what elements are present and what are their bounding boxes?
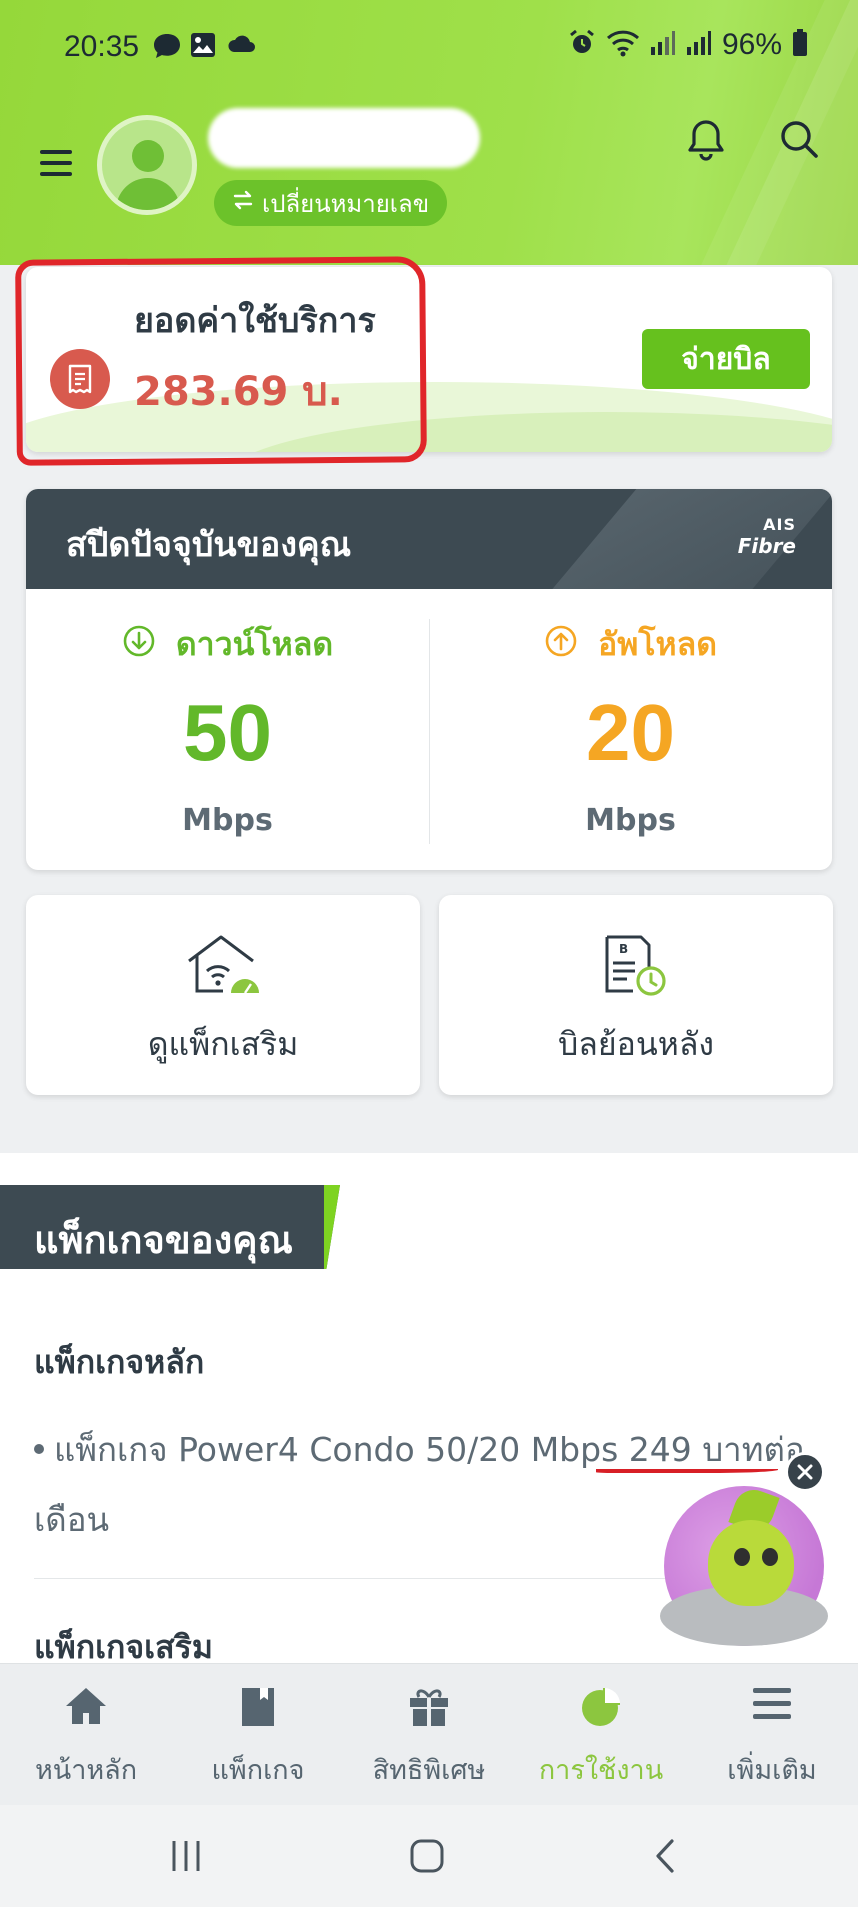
redacted-user-name xyxy=(208,108,480,168)
receipt-icon xyxy=(50,349,110,409)
nav-more[interactable]: เพิ่มเติม xyxy=(686,1664,858,1806)
recent-apps-icon[interactable] xyxy=(168,1839,204,1877)
alarm-icon xyxy=(568,29,596,61)
switch-number-label: เปลี่ยนหมายเลข xyxy=(262,189,430,218)
nav-packages[interactable]: แพ็กเกจ xyxy=(172,1664,344,1806)
current-speed-card: สปีดปัจจุบันของคุณ AIS Fibre ดาวน์โหลด 5… xyxy=(26,489,832,870)
view-addon-packages-tile[interactable]: ดูแพ็กเสริม xyxy=(26,895,420,1095)
system-navigation-bar xyxy=(0,1805,858,1907)
main-package-title: แพ็กเกจหลัก xyxy=(34,1343,205,1381)
avatar[interactable] xyxy=(97,115,197,215)
wifi-icon xyxy=(606,29,640,61)
bottom-navigation: หน้าหลัก แพ็กเกจ สิทธิพิเศษ การใช้งาน เพ… xyxy=(0,1663,858,1805)
tile-label: ดูแพ็กเสริม xyxy=(147,1025,299,1063)
status-bar: 20:35 96% xyxy=(0,0,858,96)
nav-privileges[interactable]: สิทธิพิเศษ xyxy=(343,1664,515,1806)
nav-usage[interactable]: การใช้งาน xyxy=(515,1664,687,1806)
upload-unit: Mbps xyxy=(585,803,676,838)
speed-card-header: สปีดปัจจุบันของคุณ AIS Fibre xyxy=(26,489,832,589)
download-column: ดาวน์โหลด 50 Mbps xyxy=(26,589,429,870)
mascot-chat-bubble[interactable] xyxy=(660,1484,828,1646)
close-icon[interactable] xyxy=(785,1452,825,1492)
upload-value: 20 xyxy=(586,688,675,777)
signal-icon xyxy=(650,29,676,61)
download-arrow-icon xyxy=(122,624,156,666)
speed-title: สปีดปัจจุบันของคุณ xyxy=(66,525,352,565)
svg-text:B: B xyxy=(619,942,628,956)
package-icon xyxy=(238,1686,278,1732)
more-menu-icon xyxy=(751,1686,793,1726)
gallery-icon xyxy=(190,32,216,62)
download-value: 50 xyxy=(183,688,272,777)
tile-label: บิลย้อนหลัง xyxy=(557,1025,715,1063)
battery-percent: 96% xyxy=(721,28,782,61)
ais-fibre-logo: AIS Fibre xyxy=(737,515,796,558)
search-icon[interactable] xyxy=(778,118,820,164)
packages-section-title: แพ็กเกจของคุณ xyxy=(34,1218,293,1262)
switch-number-button[interactable]: เปลี่ยนหมายเลข xyxy=(214,180,448,226)
usage-pie-icon xyxy=(580,1686,622,1732)
pay-bill-button[interactable]: จ่ายบิล xyxy=(642,329,810,389)
gift-icon xyxy=(408,1686,450,1732)
bill-history-tile[interactable]: B บิลย้อนหลัง xyxy=(439,895,833,1095)
download-label: ดาวน์โหลด xyxy=(175,625,334,663)
chat-bubble-icon xyxy=(152,32,182,64)
home-icon xyxy=(64,1686,108,1730)
upload-column: อัพโหลด 20 Mbps xyxy=(429,589,832,870)
bill-history-icon: B xyxy=(601,933,671,1003)
upload-label: อัพโหลด xyxy=(598,625,717,663)
back-icon[interactable] xyxy=(654,1839,676,1877)
swap-arrows-icon xyxy=(232,189,254,217)
bill-title: ยอดค่าใช้บริการ xyxy=(134,301,376,341)
status-time: 20:35 xyxy=(64,30,140,63)
upload-arrow-icon xyxy=(544,624,578,666)
download-unit: Mbps xyxy=(182,803,273,838)
nav-home[interactable]: หน้าหลัก xyxy=(0,1664,172,1806)
home-wifi-speed-icon xyxy=(183,933,263,1001)
cloud-icon xyxy=(226,32,256,58)
bill-summary-card: ยอดค่าใช้บริการ 283.69 บ. จ่ายบิล xyxy=(26,267,832,452)
battery-icon xyxy=(792,29,808,61)
signal-icon xyxy=(686,29,712,61)
bell-icon[interactable] xyxy=(686,118,726,166)
bill-amount: 283.69 บ. xyxy=(134,369,343,415)
menu-icon[interactable] xyxy=(40,150,72,176)
home-button-icon[interactable] xyxy=(410,1839,444,1877)
